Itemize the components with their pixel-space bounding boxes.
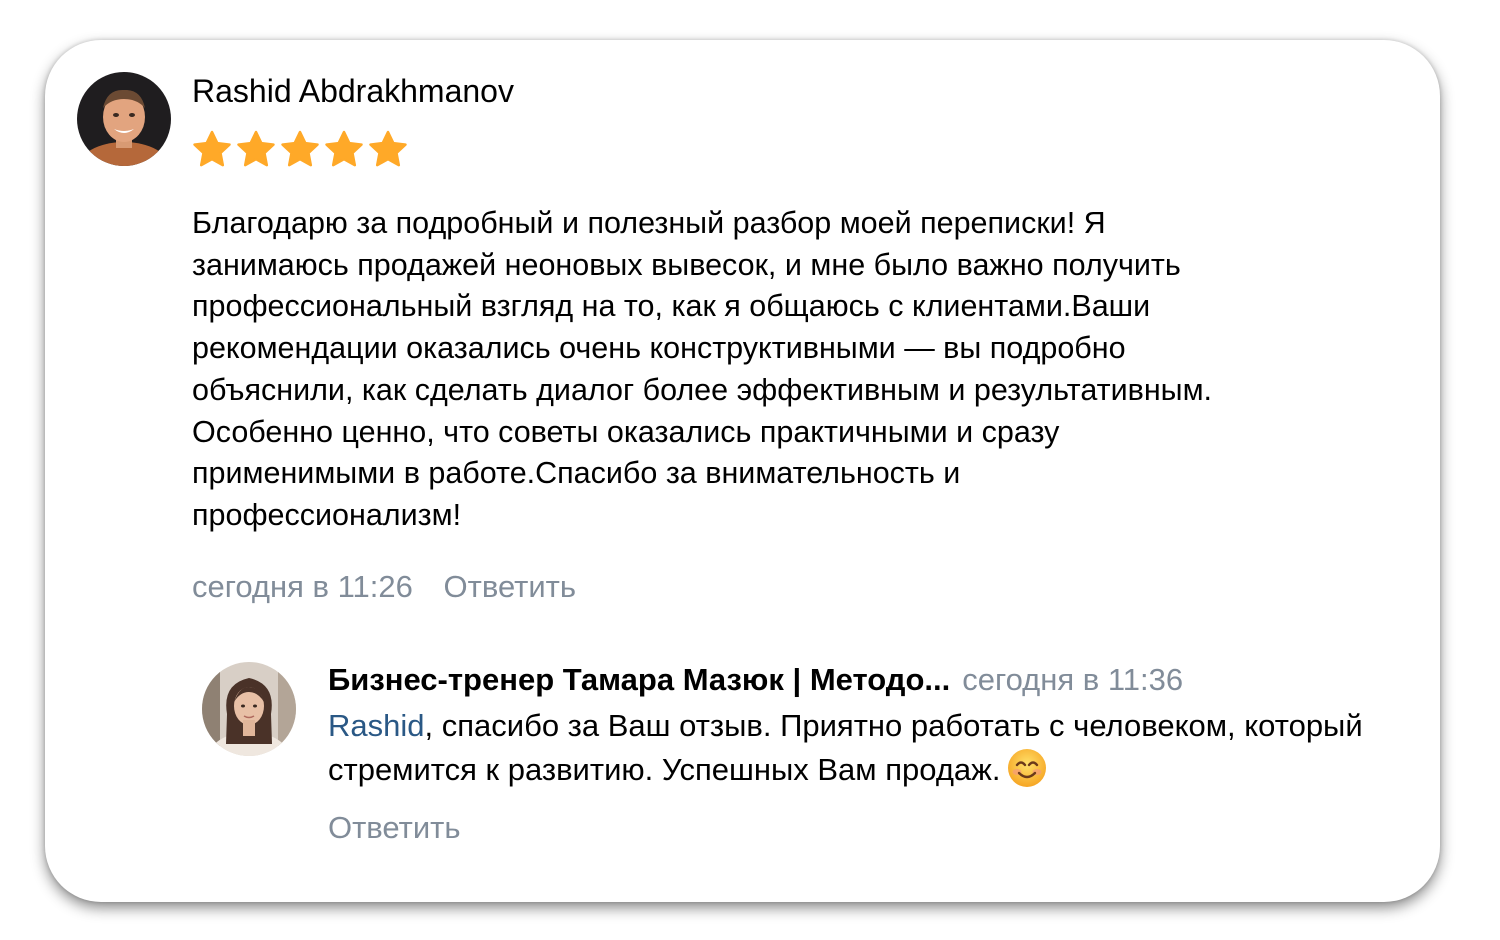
star-icon	[236, 130, 276, 170]
user-photo-avatar-icon	[77, 72, 171, 166]
star-rating	[192, 130, 408, 170]
reply-to-reply-button[interactable]: Ответить	[328, 810, 461, 846]
review-meta: сегодня в 11:26 Ответить	[192, 569, 576, 605]
review-author-avatar[interactable]	[77, 72, 171, 166]
smiling-face-emoji-icon	[1007, 748, 1047, 788]
review-text: Благодарю за подробный и полезный разбор…	[192, 206, 1213, 532]
reply-body: , спасибо за Ваш отзыв. Приятно работать…	[328, 708, 1363, 787]
reply-author-name[interactable]: Бизнес-тренер Тамара Мазюк | Методо...	[328, 662, 950, 697]
review-timestamp[interactable]: сегодня в 11:26	[192, 569, 413, 605]
star-icon	[368, 130, 408, 170]
review-author-name[interactable]: Rashid Abdrakhmanov	[192, 73, 514, 110]
star-icon	[192, 130, 232, 170]
user-photo-avatar-icon	[202, 662, 296, 756]
mention-link[interactable]: Rashid	[328, 708, 425, 743]
reply-text: Rashid, спасибо за Ваш отзыв. Приятно ра…	[328, 704, 1408, 792]
star-icon	[324, 130, 364, 170]
star-icon	[280, 130, 320, 170]
reply-author-avatar[interactable]	[202, 662, 296, 756]
review-card: Rashid Abdrakhmanov Благодарю за подробн…	[45, 40, 1440, 902]
reply-timestamp[interactable]: сегодня в 11:36	[962, 662, 1183, 697]
reply-button[interactable]: Ответить	[444, 569, 577, 605]
reply-header: Бизнес-тренер Тамара Мазюк | Методо... се…	[328, 662, 1183, 698]
